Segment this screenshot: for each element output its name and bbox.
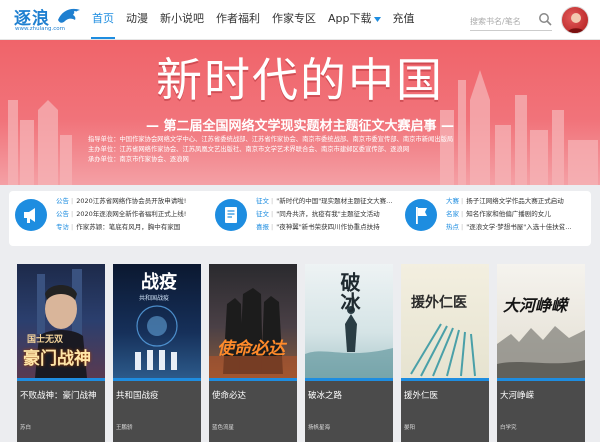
- book-cover: 援外仁医: [401, 264, 489, 378]
- book-cover: 大河峥嵘: [497, 264, 585, 378]
- chevron-down-icon: [373, 16, 381, 22]
- site-logo[interactable]: 逐浪 www.zhulang.com: [12, 4, 82, 36]
- book-shelf: 国士无双 豪门战神 不败战神：豪门战神 苏白 战疫 共和国战疫 共和国战疫 王鹏…: [17, 264, 587, 442]
- top-header: 逐浪 www.zhulang.com 首页 动漫 新小说吧 作者福利 作家专区 …: [0, 0, 600, 40]
- cover-divider: [401, 378, 489, 381]
- book-card[interactable]: 国士无双 豪门战神 不败战神：豪门战神 苏白: [17, 264, 105, 442]
- megaphone-icon: [15, 199, 47, 231]
- book-author: 蓝色流星: [212, 425, 235, 431]
- news-text: "新时代的中国"现实题材主题征文大赛...: [276, 197, 393, 205]
- main-nav: 首页 动漫 新小说吧 作者福利 作家专区 App下载 充值: [86, 0, 421, 40]
- cover-title: 战疫: [141, 272, 177, 293]
- news-item[interactable]: 喜报 | "夜神翼"新书荣获四川作协重点扶持: [256, 221, 392, 234]
- book-card[interactable]: 援外仁医 援外仁医 晏阳: [401, 264, 489, 442]
- news-tag: 公告: [56, 210, 69, 218]
- news-tag: 征文: [256, 210, 269, 218]
- news-text: "逐浪文学·梦想书屋"入选十佳扶贫...: [466, 223, 572, 231]
- book-cover: 战疫 共和国战疫: [113, 264, 201, 378]
- cover-title: 破冰: [337, 272, 361, 312]
- hero-banner[interactable]: 新时代的中国 — 第二届全国网络文学现实题材主题征文大赛启事 — 指导单位：中国…: [0, 40, 600, 185]
- news-text: "夜神翼"新书荣获四川作协重点扶持: [276, 223, 380, 231]
- cover-divider: [305, 378, 393, 381]
- nav-app-download[interactable]: App下载: [322, 0, 387, 40]
- news-item[interactable]: 公告 | 2020江苏省网络作协会员开放申请啦!: [56, 195, 186, 208]
- banner-org-line: 指导单位：中国作家协会网络文学中心、江苏省委统战部、江苏省作家协会、南京市委统战…: [88, 136, 454, 143]
- news-column-announcements: 公告 | 2020江苏省网络作协会员开放申请啦! 公告 | 2020年逐浪网全新作者福利…: [9, 191, 203, 246]
- banner-subtitle: — 第二届全国网络文学现实题材主题征文大赛启事 —: [145, 119, 455, 134]
- book-card[interactable]: 破冰 破冰之路 扬帆星海: [305, 264, 393, 442]
- book-title: 大河峥嵘: [500, 391, 535, 401]
- news-text: 知名作家和他偏广播剧的女儿: [466, 210, 551, 218]
- news-tag: 征文: [256, 197, 269, 205]
- cover-subtitle: 共和国战疫: [139, 295, 170, 302]
- cover-divider: [209, 378, 297, 381]
- book-title: 不败战神：豪门战神: [20, 391, 97, 401]
- book-cover: 使命必达: [209, 264, 297, 378]
- news-text: 作家苏颖：笔底有风月，胸中有家国: [76, 223, 181, 231]
- book-author: 白学究: [500, 425, 517, 431]
- banner-organizers: 指导单位：中国作家协会网络文学中心、江苏省委统战部、江苏省作家协会、南京市委统战…: [88, 135, 453, 165]
- news-text: "同舟共济，抗疫有我"主题征文活动: [276, 210, 380, 218]
- user-avatar[interactable]: [561, 6, 589, 34]
- avatar-image: [566, 13, 586, 33]
- news-item[interactable]: 公告 | 2020年逐浪网全新作者福利正式上线!: [56, 208, 186, 221]
- news-item[interactable]: 征文 | "同舟共济，抗疫有我"主题征文活动: [256, 208, 392, 221]
- nav-author-benefits[interactable]: 作者福利: [210, 0, 266, 40]
- search-input[interactable]: [470, 11, 532, 32]
- news-item[interactable]: 热点 | "逐浪文学·梦想书屋"入选十佳扶贫...: [446, 221, 571, 234]
- book-author: 扬帆星海: [308, 425, 331, 431]
- book-title: 破冰之路: [308, 391, 343, 401]
- news-text: 2020江苏省网络作协会员开放申请啦!: [76, 197, 187, 205]
- book-cover: 国士无双 豪门战神: [17, 264, 105, 378]
- book-title: 援外仁医: [404, 391, 439, 401]
- news-column-events: 大赛 | 扬子江网络文学作品大赛正式启动 名家 | 知名作家和他偏广播剧的女儿 热点 | "…: [399, 191, 591, 246]
- news-tag: 名家: [446, 210, 459, 218]
- book-author: 苏白: [20, 425, 32, 431]
- news-item[interactable]: 征文 | "新时代的中国"现实题材主题征文大赛...: [256, 195, 392, 208]
- cover-divider: [17, 378, 105, 381]
- news-item[interactable]: 大赛 | 扬子江网络文学作品大赛正式启动: [446, 195, 571, 208]
- news-item[interactable]: 名家 | 知名作家和他偏广播剧的女儿: [446, 208, 571, 221]
- news-item[interactable]: 专访 | 作家苏颖：笔底有风月，胸中有家国: [56, 221, 186, 234]
- news-tag: 大赛: [446, 197, 459, 205]
- news-tag: 热点: [446, 223, 459, 231]
- search-box: [470, 9, 552, 32]
- nav-home[interactable]: 首页: [86, 0, 120, 40]
- book-author: 晏阳: [404, 425, 416, 431]
- book-card[interactable]: 使命必达 使命必达 蓝色流星: [209, 264, 297, 442]
- nav-app-download-label: App下载: [328, 12, 372, 25]
- nav-author-zone[interactable]: 作家专区: [266, 0, 322, 40]
- nav-recharge[interactable]: 充值: [387, 0, 421, 40]
- banner-org-line: 主办单位：江苏省网络作家协会、江苏凤凰文艺出版社、南京市文学艺术界联合会、南京市…: [88, 146, 410, 153]
- search-icon[interactable]: [538, 12, 552, 26]
- book-card[interactable]: 战疫 共和国战疫 共和国战疫 王鹏骄: [113, 264, 201, 442]
- nav-anime[interactable]: 动漫: [120, 0, 154, 40]
- book-title: 使命必达: [212, 391, 247, 401]
- logo-url: www.zhulang.com: [15, 26, 65, 32]
- book-card[interactable]: 大河峥嵘 大河峥嵘 白学究: [497, 264, 585, 442]
- banner-org-line: 承办单位：南京市作家协会、逐浪网: [88, 156, 189, 163]
- book-author: 王鹏骄: [116, 425, 133, 431]
- cover-title: 援外仁医: [411, 295, 467, 311]
- nav-novel-bar[interactable]: 新小说吧: [154, 0, 210, 40]
- news-tag: 喜报: [256, 223, 269, 231]
- news-column-contests: 征文 | "新时代的中国"现实题材主题征文大赛... 征文 | "同舟共济，抗疫有我"主…: [209, 191, 403, 246]
- book-cover: 破冰: [305, 264, 393, 378]
- flag-icon: [405, 199, 437, 231]
- news-tag: 专访: [56, 223, 69, 231]
- news-text: 2020年逐浪网全新作者福利正式上线!: [76, 210, 187, 218]
- book-title: 共和国战疫: [116, 391, 159, 401]
- news-panel: 公告 | 2020江苏省网络作协会员开放申请啦! 公告 | 2020年逐浪网全新作者福利…: [9, 191, 591, 246]
- cover-title: 使命必达: [217, 339, 285, 359]
- news-tag: 公告: [56, 197, 69, 205]
- news-text: 扬子江网络文学作品大赛正式启动: [466, 197, 564, 205]
- cover-divider: [497, 378, 585, 381]
- document-edit-icon: [215, 199, 247, 231]
- cover-title: 豪门战神: [23, 349, 91, 369]
- banner-title: 新时代的中国: [156, 53, 444, 107]
- cover-divider: [113, 378, 201, 381]
- dolphin-logo-icon: [58, 8, 80, 23]
- cover-title: 大河峥嵘: [503, 296, 568, 315]
